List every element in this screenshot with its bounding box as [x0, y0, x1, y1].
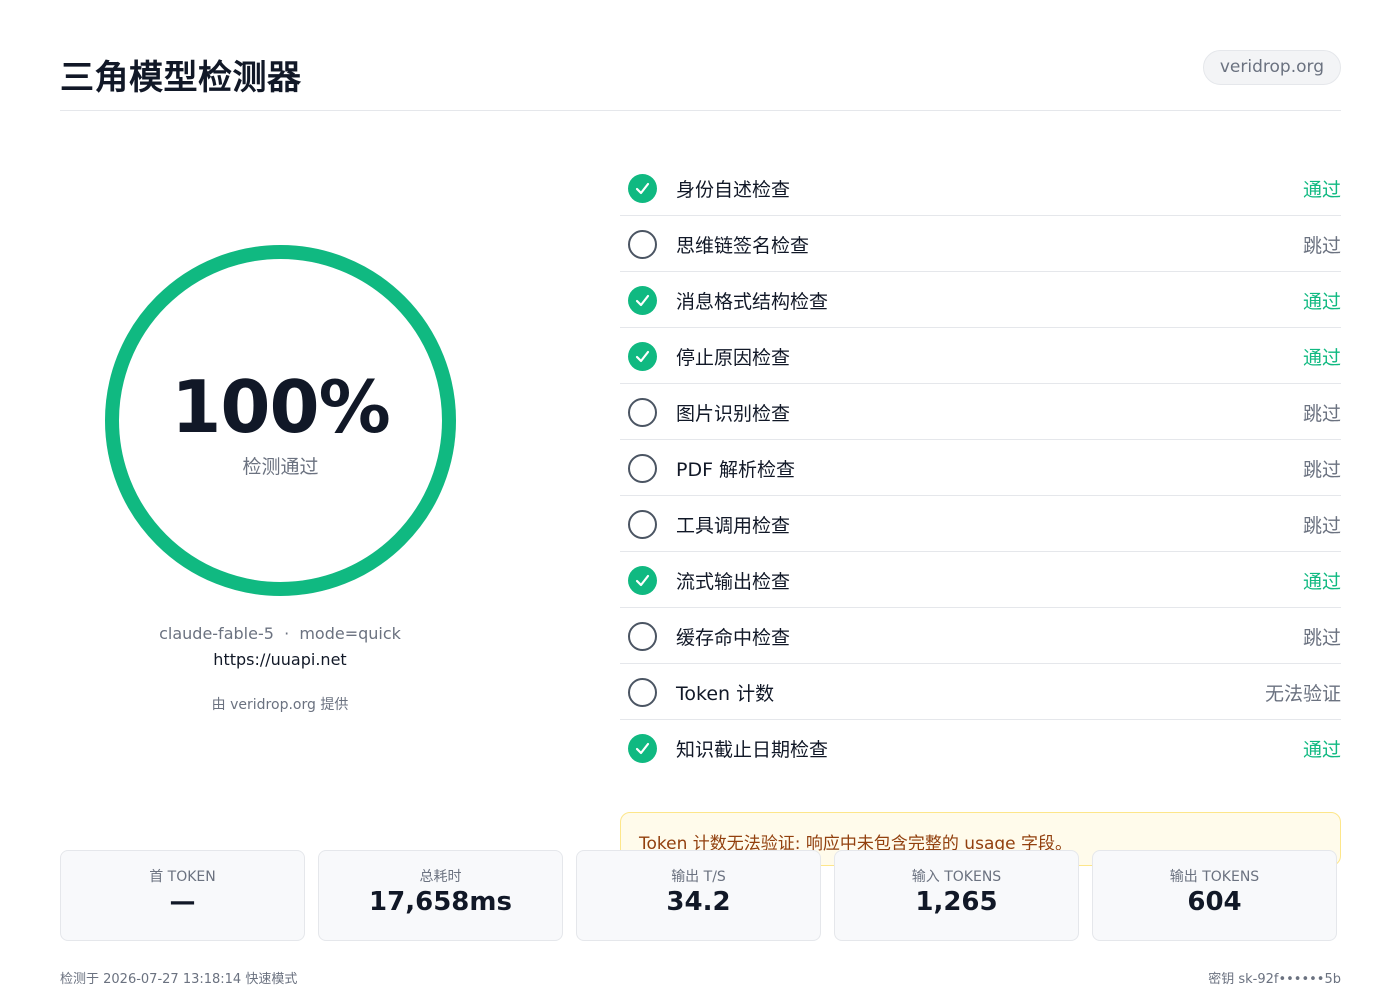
empty-circle-icon: [628, 622, 657, 651]
score-label: 检测通过: [242, 456, 319, 478]
stat-value: 604: [1187, 887, 1242, 917]
check-circle-icon: [628, 286, 657, 315]
stat-card: 总耗时 17,658ms: [318, 850, 563, 941]
check-row: 流式输出检查 通过: [620, 552, 1341, 608]
check-status: 无法验证: [1264, 683, 1341, 705]
check-row: 工具调用检查 跳过: [620, 496, 1341, 552]
check-circle-icon: [628, 174, 657, 203]
check-list: 身份自述检查 通过 思维链签名检查 跳过 消息格式结构检查 通过 停止原因检查 通过 图片识别检…: [620, 160, 1341, 776]
detection-timestamp: 检测于 2026-07-27 13:18:14 快速模式: [60, 972, 298, 987]
check-label: 缓存命中检查: [676, 627, 791, 649]
check-label: PDF 解析检查: [676, 459, 796, 481]
check-status: 跳过: [1302, 627, 1341, 649]
page-title: 三角模型检测器: [60, 58, 302, 98]
score-gauge: 100% 检测通过: [105, 245, 456, 596]
provider-credit: 由 veridrop.org 提供: [211, 697, 349, 713]
stat-value: 17,658ms: [369, 887, 512, 917]
check-row: 知识截止日期检查 通过: [620, 720, 1341, 776]
check-circle-icon: [628, 342, 657, 371]
check-label: 流式输出检查: [676, 571, 791, 593]
stat-label: 输入 TOKENS: [911, 869, 1002, 885]
check-status: 通过: [1302, 739, 1341, 761]
check-row: 身份自述检查 通过: [620, 160, 1341, 216]
check-row: Token 计数 无法验证: [620, 664, 1341, 720]
check-status: 跳过: [1302, 459, 1341, 481]
stat-label: 输出 T/S: [671, 869, 726, 885]
stat-label: 输出 TOKENS: [1169, 869, 1260, 885]
api-key-masked: 密钥 sk-92f••••••5b: [1208, 972, 1341, 987]
check-label: 图片识别检查: [676, 403, 791, 425]
check-row: 停止原因检查 通过: [620, 328, 1341, 384]
score-value: 100%: [171, 365, 390, 449]
stat-card: 首 TOKEN —: [60, 850, 305, 941]
stat-label: 总耗时: [419, 869, 462, 885]
check-row: 缓存命中检查 跳过: [620, 608, 1341, 664]
check-circle-icon: [628, 734, 657, 763]
check-label: Token 计数: [676, 683, 775, 705]
check-row: 图片识别检查 跳过: [620, 384, 1341, 440]
check-row: 消息格式结构检查 通过: [620, 272, 1341, 328]
stat-card: 输出 T/S 34.2: [576, 850, 821, 941]
check-label: 思维链签名检查: [676, 235, 810, 257]
domain-badge[interactable]: veridrop.org: [1202, 50, 1341, 85]
stat-value: 34.2: [666, 887, 731, 917]
stat-card: 输入 TOKENS 1,265: [834, 850, 1079, 941]
stat-card: 输出 TOKENS 604: [1092, 850, 1337, 941]
check-status: 跳过: [1302, 515, 1341, 537]
check-row: PDF 解析检查 跳过: [620, 440, 1341, 496]
check-status: 通过: [1302, 347, 1341, 369]
empty-circle-icon: [628, 398, 657, 427]
empty-circle-icon: [628, 454, 657, 483]
endpoint-url: https://uuapi.net: [213, 650, 347, 669]
check-label: 工具调用检查: [676, 515, 791, 537]
empty-circle-icon: [628, 230, 657, 259]
check-status: 跳过: [1302, 403, 1341, 425]
check-label: 知识截止日期检查: [676, 739, 829, 761]
empty-circle-icon: [628, 678, 657, 707]
check-label: 身份自述检查: [676, 179, 791, 201]
stat-label: 首 TOKEN: [149, 869, 216, 885]
check-status: 通过: [1302, 179, 1341, 201]
check-label: 消息格式结构检查: [676, 291, 829, 313]
check-row: 思维链签名检查 跳过: [620, 216, 1341, 272]
check-status: 通过: [1302, 291, 1341, 313]
page-header: 三角模型检测器 veridrop.org: [60, 48, 1341, 111]
check-status: 通过: [1302, 571, 1341, 593]
check-label: 停止原因检查: [676, 347, 791, 369]
stat-value: 1,265: [915, 887, 998, 917]
model-mode-text: claude-fable-5 · mode=quick: [159, 624, 401, 643]
stat-value: —: [169, 887, 196, 917]
check-status: 跳过: [1302, 235, 1341, 257]
empty-circle-icon: [628, 510, 657, 539]
check-circle-icon: [628, 566, 657, 595]
